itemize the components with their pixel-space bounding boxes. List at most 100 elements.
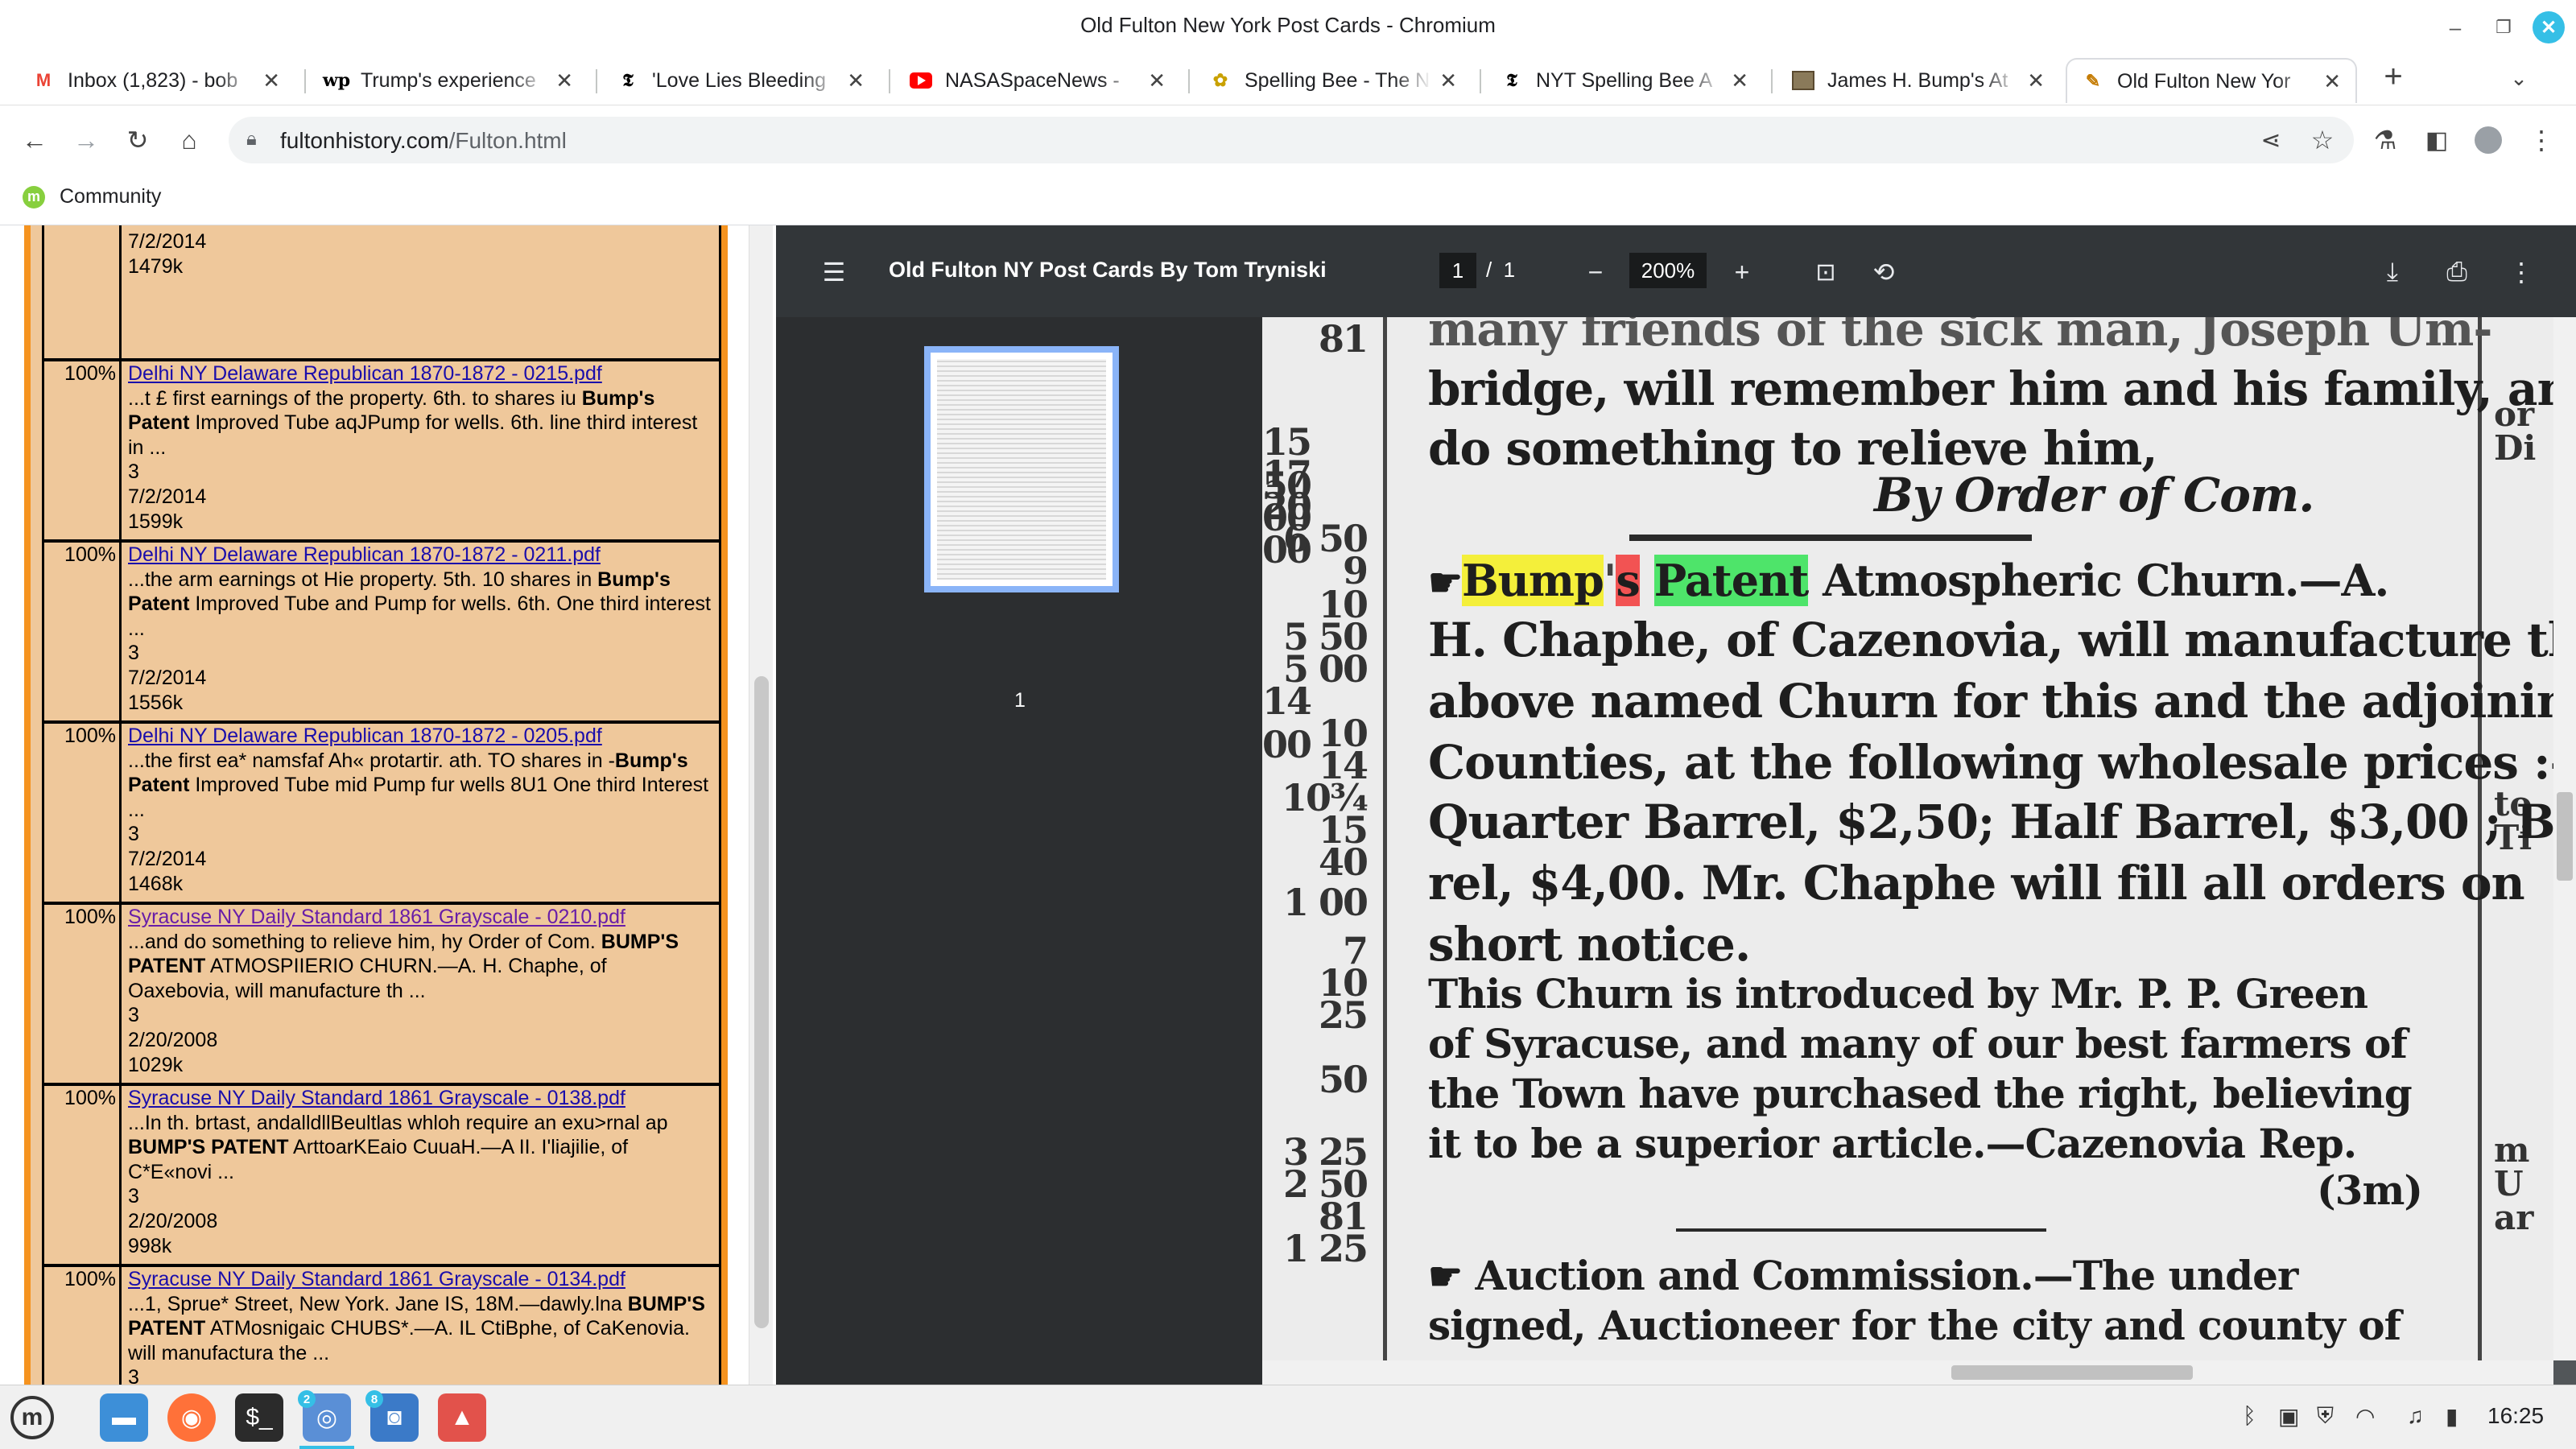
result-pdf-link[interactable]: Syracuse NY Daily Standard 1861 Grayscal…	[128, 1087, 625, 1109]
result-pdf-link[interactable]: Delhi NY Delaware Republican 1870-1872 -…	[128, 362, 602, 385]
page-number-input[interactable]: 1	[1439, 253, 1476, 288]
article-headline-2: ☛ Auction and Commission.—The under	[1428, 1251, 2458, 1302]
snippet-text: Improved Tube mid Pump fur wells 8U1 One…	[189, 774, 709, 797]
snippet-text: ...the arm earnings ot Hie property. 5th…	[128, 568, 598, 591]
zoom-level-input[interactable]: 200%	[1629, 253, 1707, 288]
shield-icon[interactable]: ⛨	[2317, 1403, 2334, 1430]
profile-avatar-icon[interactable]	[2470, 122, 2507, 159]
price-number: 1 25	[1282, 1227, 1368, 1270]
tab-close-icon[interactable]: ✕	[555, 68, 573, 93]
result-pdf-link[interactable]: Delhi NY Delaware Republican 1870-1872 -…	[128, 543, 601, 566]
headline-text: Auction and Commission.—The under	[1462, 1252, 2298, 1299]
tab-spelling-bee[interactable]: ✿ Spelling Bee - The N ✕	[1195, 58, 1472, 103]
tab-washington-post[interactable]: wp Trump's experience ✕	[311, 58, 588, 103]
firefox-icon[interactable]: ◉	[167, 1393, 216, 1442]
window-count-badge: 8	[365, 1390, 383, 1408]
url-host: fultonhistory.com	[280, 128, 449, 153]
snippet-text: will manufactura the ...	[128, 1341, 330, 1364]
chromium-icon[interactable]: ◎ 2	[298, 1390, 351, 1442]
terminal-icon[interactable]: $_	[235, 1393, 283, 1442]
tab-close-icon[interactable]: ✕	[2323, 69, 2341, 94]
volume-icon[interactable]: ♫	[2407, 1403, 2424, 1429]
price-number: 25	[1318, 993, 1368, 1037]
pdf-horizontal-scrollbar[interactable]	[1262, 1360, 2553, 1385]
pointing-hand-icon: ☛	[1428, 1254, 1463, 1299]
extensions-flask-icon[interactable]: ⚗	[2367, 122, 2404, 159]
pdf-vertical-scrollbar[interactable]	[2553, 317, 2576, 1360]
result-date: 7/2/2014	[128, 666, 207, 689]
window-count-badge: 2	[298, 1390, 316, 1408]
clipboard-icon[interactable]: ▣	[2278, 1403, 2299, 1430]
camera-icon[interactable]: ◙ 8	[365, 1390, 419, 1442]
forward-arrow-icon[interactable]: →	[68, 122, 105, 159]
tab-close-icon[interactable]: ✕	[2027, 68, 2045, 93]
nyt-icon: 𝕿	[1506, 70, 1517, 91]
results-scrollbar[interactable]	[749, 225, 773, 1385]
tab-close-icon[interactable]: ✕	[262, 68, 280, 93]
scrollbar-thumb[interactable]	[2557, 792, 2573, 881]
gmail-icon: M	[35, 70, 52, 90]
url-text[interactable]: fultonhistory.com/Fulton.html	[280, 128, 567, 154]
fragment-text: Di	[2494, 428, 2537, 468]
new-tab-icon[interactable]: +	[2375, 58, 2412, 95]
files-folder-icon[interactable]: ▬	[100, 1393, 148, 1442]
tab-youtube[interactable]: NASASpaceNews - ✕	[895, 58, 1180, 103]
rotate-icon[interactable]: ⟲	[1866, 254, 1901, 290]
back-arrow-icon[interactable]: ←	[16, 122, 53, 159]
bookmark-community[interactable]: m Community	[23, 185, 161, 208]
maximize-button[interactable]: ❐	[2487, 11, 2520, 43]
result-pdf-link[interactable]: Syracuse NY Daily Standard 1861 Grayscal…	[128, 906, 625, 928]
close-window-button[interactable]: ✕	[2533, 11, 2565, 43]
image-viewer-icon[interactable]: ▲	[438, 1393, 486, 1442]
tab-close-icon[interactable]: ✕	[1148, 68, 1166, 93]
address-bar[interactable]: 🔒︎ fultonhistory.com/Fulton.html ⋖ ☆	[229, 117, 2354, 163]
side-panel-icon[interactable]: ◧	[2418, 122, 2455, 159]
hamburger-menu-icon[interactable]: ☰	[816, 254, 852, 290]
bluetooth-icon[interactable]: ᛒ	[2243, 1403, 2256, 1429]
download-icon[interactable]: ⤓	[2375, 254, 2410, 290]
lock-icon[interactable]: 🔒︎	[246, 128, 270, 152]
snippet-text: ...t £ first earnings of the property. 6…	[128, 386, 582, 410]
menu-kebab-icon[interactable]: ⋮	[2523, 122, 2560, 159]
pdf-page-view[interactable]: 81 15 50 17 00 20 00 6 50 9 10 5 50 5 00 14 00 10 1…	[1262, 317, 2576, 1360]
more-options-icon[interactable]: ⋮	[2504, 254, 2539, 290]
battery-icon[interactable]: ▮	[2446, 1403, 2458, 1430]
article-line: of Syracuse, and many of our best farmer…	[1428, 1020, 2408, 1067]
result-pdf-link[interactable]: Delhi NY Delaware Republican 1870-1872 -…	[128, 724, 602, 747]
bookmark-star-icon[interactable]: ☆	[2304, 122, 2341, 159]
tab-close-icon[interactable]: ✕	[847, 68, 865, 93]
minimize-button[interactable]: –	[2439, 11, 2471, 43]
tab-label: James H. Bump's At	[1827, 68, 2008, 92]
home-icon[interactable]: ⌂	[171, 122, 208, 159]
orange-border	[24, 225, 31, 1385]
tab-old-fulton[interactable]: ✎ Old Fulton New Yor ✕	[2066, 58, 2357, 103]
tab-gmail[interactable]: M Inbox (1,823) - bob ✕	[18, 58, 295, 103]
zoom-out-icon[interactable]: −	[1578, 254, 1613, 290]
price-number: 40	[1318, 840, 1368, 884]
result-snippet: ...and do something to relieve him, hy O…	[128, 930, 716, 1004]
snippet-text: Improved Tube aqJPump for wells. 6th. li…	[189, 411, 698, 435]
reload-icon[interactable]: ↻	[119, 122, 156, 159]
scrollbar-thumb[interactable]	[754, 676, 769, 1328]
tab-search-chevron-down-icon[interactable]: ⌄	[2500, 60, 2537, 97]
scrollbar-thumb[interactable]	[1951, 1365, 2193, 1380]
mint-menu-icon[interactable]: m	[8, 1393, 56, 1442]
tab-close-icon[interactable]: ✕	[1439, 68, 1457, 93]
zoom-in-icon[interactable]: +	[1724, 254, 1760, 290]
result-match-percent: 100%	[43, 905, 122, 1083]
tab-close-icon[interactable]: ✕	[1731, 68, 1748, 93]
article-line: signed, Auctioneer for the city and coun…	[1428, 1302, 2401, 1349]
share-icon[interactable]: ⋖	[2252, 122, 2289, 159]
tab-nyt-spelling-bee[interactable]: 𝕿 NYT Spelling Bee A ✕	[1486, 58, 1763, 103]
print-icon[interactable]: ⎙	[2439, 254, 2475, 290]
tab-james-bump[interactable]: James H. Bump's At ✕	[1777, 58, 2059, 103]
result-body: Syracuse NY Daily Standard 1861 Grayscal…	[128, 905, 716, 1077]
result-pdf-link[interactable]: Syracuse NY Daily Standard 1861 Grayscal…	[128, 1268, 625, 1290]
wifi-icon[interactable]: ◠	[2355, 1403, 2375, 1430]
page-thumbnail[interactable]	[924, 346, 1119, 592]
article-headline: ☛Bump's Patent Atmospheric Churn.—A.	[1428, 555, 2389, 606]
price-column: 81 15 50 17 00 20 00 6 50 9 10 5 50 5 00 14 00 10 1…	[1262, 317, 1383, 1360]
newspaper-scan: 81 15 50 17 00 20 00 6 50 9 10 5 50 5 00 14 00 10 1…	[1262, 317, 2576, 1360]
tab-nyt-love-lies[interactable]: 𝕿 'Love Lies Bleeding ✕	[602, 58, 879, 103]
fit-to-page-icon[interactable]: ⊡	[1808, 254, 1843, 290]
